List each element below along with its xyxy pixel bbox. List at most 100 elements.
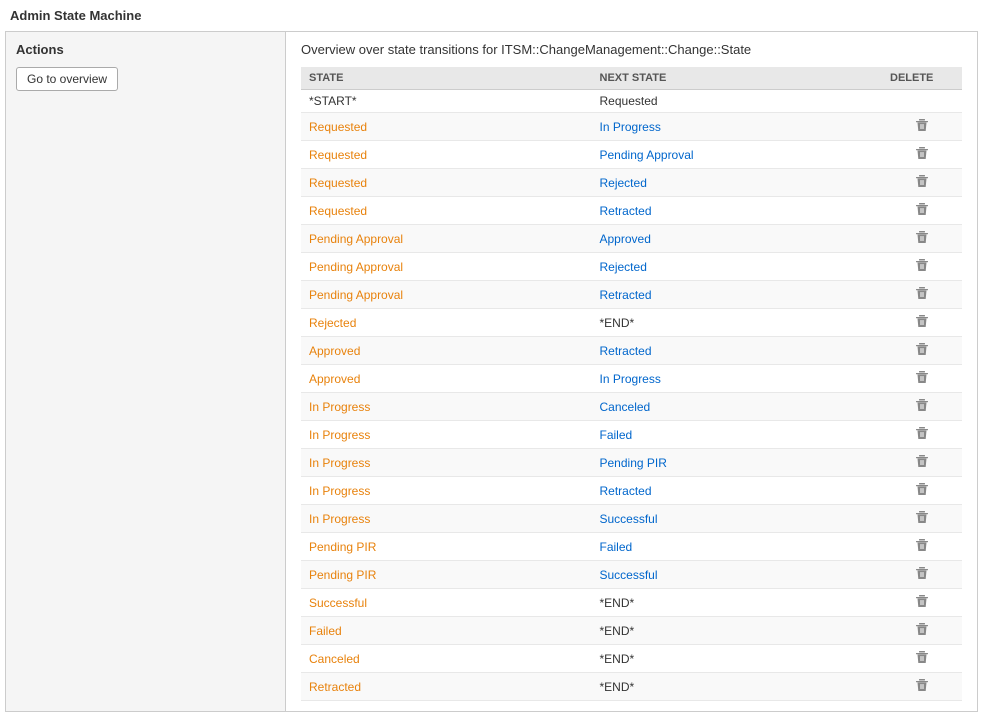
state-link[interactable]: In Progress <box>309 400 370 414</box>
state-link[interactable]: Requested <box>309 120 367 134</box>
trash-icon <box>914 425 930 441</box>
delete-button[interactable] <box>914 257 930 273</box>
delete-button[interactable] <box>914 229 930 245</box>
state-link[interactable]: Requested <box>309 148 367 162</box>
state-link[interactable]: In Progress <box>309 428 370 442</box>
trash-icon <box>914 341 930 357</box>
trash-icon <box>914 145 930 161</box>
table-row: Pending Approval Rejected <box>301 253 962 281</box>
col-header-state: STATE <box>301 67 592 90</box>
next-state-link[interactable]: Successful <box>600 512 658 526</box>
trash-icon <box>914 201 930 217</box>
delete-button[interactable] <box>914 313 930 329</box>
table-row: Requested Pending Approval <box>301 141 962 169</box>
col-header-delete: DELETE <box>882 67 962 90</box>
trash-icon <box>914 565 930 581</box>
trash-icon <box>914 117 930 133</box>
table-row: Pending Approval Approved <box>301 225 962 253</box>
delete-button[interactable] <box>914 565 930 581</box>
table-row: Pending PIR Successful <box>301 561 962 589</box>
next-state-link[interactable]: Retracted <box>600 484 652 498</box>
next-state-link[interactable]: Retracted <box>600 288 652 302</box>
delete-button[interactable] <box>914 173 930 189</box>
table-row: Requested Rejected <box>301 169 962 197</box>
trash-icon <box>914 369 930 385</box>
content-title: Overview over state transitions for ITSM… <box>301 42 962 57</box>
trash-icon <box>914 229 930 245</box>
delete-button[interactable] <box>914 425 930 441</box>
delete-button[interactable] <box>914 537 930 553</box>
delete-button[interactable] <box>914 509 930 525</box>
state-link[interactable]: Requested <box>309 204 367 218</box>
next-state-link[interactable]: Retracted <box>600 344 652 358</box>
state-link[interactable]: Successful <box>309 596 367 610</box>
state-link[interactable]: In Progress <box>309 456 370 470</box>
sidebar: Actions Go to overview <box>6 32 286 711</box>
table-row: Approved Retracted <box>301 337 962 365</box>
delete-button[interactable] <box>914 649 930 665</box>
page-title: Admin State Machine <box>0 0 983 31</box>
content-area: Overview over state transitions for ITSM… <box>286 32 977 711</box>
delete-button[interactable] <box>914 341 930 357</box>
state-link[interactable]: Failed <box>309 624 342 638</box>
table-row: Approved In Progress <box>301 365 962 393</box>
delete-button[interactable] <box>914 285 930 301</box>
state-link[interactable]: Requested <box>309 176 367 190</box>
state-link[interactable]: Approved <box>309 372 360 386</box>
table-row: In Progress Successful <box>301 505 962 533</box>
delete-button[interactable] <box>914 677 930 693</box>
delete-button[interactable] <box>914 369 930 385</box>
next-state-link[interactable]: Canceled <box>600 400 651 414</box>
trash-icon <box>914 453 930 469</box>
state-table: STATE NEXT STATE DELETE *START*Requested… <box>301 67 962 701</box>
next-state-link[interactable]: Retracted <box>600 204 652 218</box>
table-row: Successful*END* <box>301 589 962 617</box>
trash-icon <box>914 537 930 553</box>
next-state-text: Requested <box>600 94 658 108</box>
next-state-link[interactable]: In Progress <box>600 120 661 134</box>
next-state-link[interactable]: In Progress <box>600 372 661 386</box>
state-link[interactable]: Retracted <box>309 680 361 694</box>
table-row: Failed *END* <box>301 617 962 645</box>
state-link[interactable]: In Progress <box>309 512 370 526</box>
state-link[interactable]: Rejected <box>309 316 356 330</box>
next-state-link[interactable]: Pending Approval <box>600 148 694 162</box>
delete-button[interactable] <box>914 481 930 497</box>
trash-icon <box>914 649 930 665</box>
next-state-text: *END* <box>600 624 635 638</box>
delete-button[interactable] <box>914 397 930 413</box>
delete-button[interactable] <box>914 621 930 637</box>
next-state-link[interactable]: Rejected <box>600 260 647 274</box>
next-state-link[interactable]: Failed <box>600 428 633 442</box>
state-link[interactable]: Pending Approval <box>309 260 403 274</box>
col-header-next-state: NEXT STATE <box>592 67 883 90</box>
delete-button[interactable] <box>914 145 930 161</box>
next-state-link[interactable]: Rejected <box>600 176 647 190</box>
delete-button[interactable] <box>914 593 930 609</box>
state-link[interactable]: Pending Approval <box>309 288 403 302</box>
delete-button[interactable] <box>914 453 930 469</box>
next-state-link[interactable]: Approved <box>600 232 651 246</box>
state-link[interactable]: Pending Approval <box>309 232 403 246</box>
next-state-link[interactable]: Successful <box>600 568 658 582</box>
table-row: Requested Retracted <box>301 197 962 225</box>
table-row: Canceled *END* <box>301 645 962 673</box>
table-row: Requested In Progress <box>301 113 962 141</box>
table-row: *START*Requested <box>301 90 962 113</box>
state-link[interactable]: Pending PIR <box>309 568 376 582</box>
state-link[interactable]: Canceled <box>309 652 360 666</box>
delete-button[interactable] <box>914 117 930 133</box>
next-state-link[interactable]: Failed <box>600 540 633 554</box>
next-state-text: *END* <box>600 652 635 666</box>
delete-button[interactable] <box>914 201 930 217</box>
state-link[interactable]: In Progress <box>309 484 370 498</box>
state-link[interactable]: Pending PIR <box>309 540 376 554</box>
table-row: Pending Approval Retracted <box>301 281 962 309</box>
state-link[interactable]: Approved <box>309 344 360 358</box>
next-state-text: *END* <box>600 316 635 330</box>
go-to-overview-button[interactable]: Go to overview <box>16 67 118 91</box>
next-state-link[interactable]: Pending PIR <box>600 456 667 470</box>
trash-icon <box>914 257 930 273</box>
trash-icon <box>914 481 930 497</box>
trash-icon <box>914 621 930 637</box>
